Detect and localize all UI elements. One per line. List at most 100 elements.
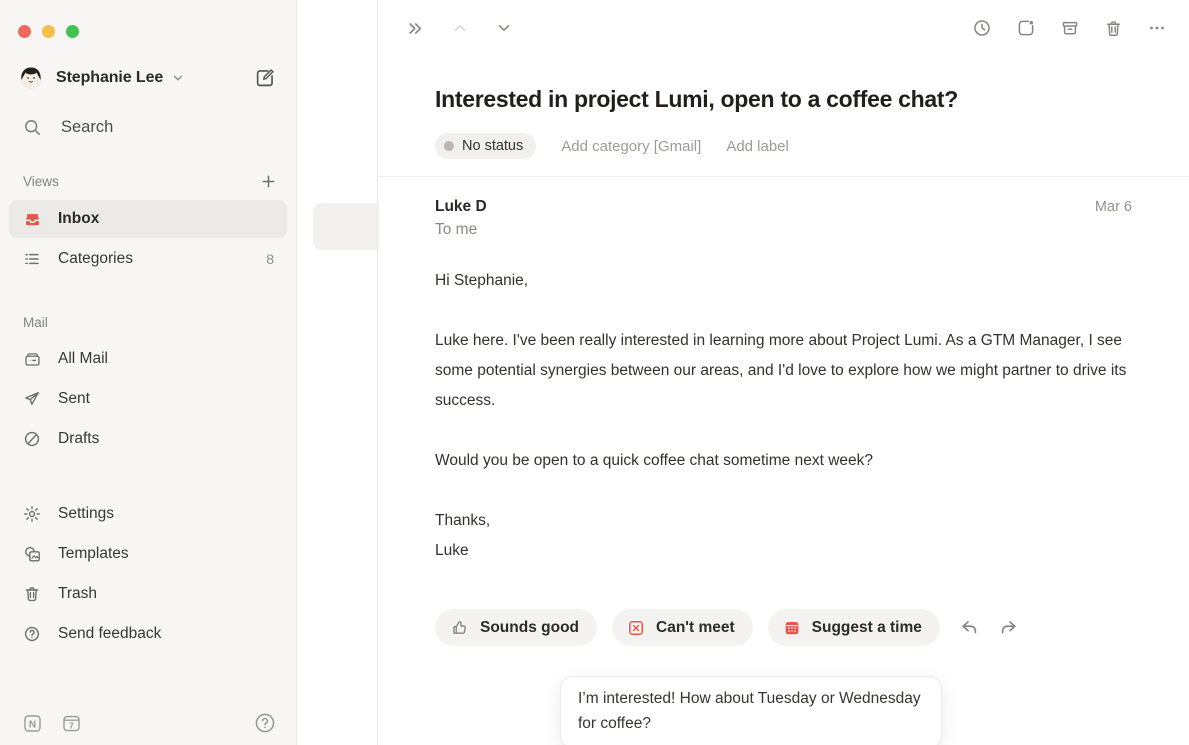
notion-logo-icon: N [22, 713, 43, 734]
archive-icon [1060, 18, 1080, 38]
sidebar-item-trash[interactable]: Trash [9, 574, 287, 614]
previous-email-button[interactable] [449, 17, 471, 39]
sidebar-item-settings[interactable]: Settings [9, 494, 287, 534]
help-icon [22, 625, 42, 643]
email-reading-pane: Interested in project Lumi, open to a co… [378, 0, 1189, 745]
sidebar-item-categories[interactable]: Categories 8 [9, 240, 287, 278]
account-switcher[interactable]: Stephanie Lee [18, 65, 276, 91]
quick-reply-suggest-time-button[interactable]: Suggest a time [768, 609, 940, 646]
quick-reply-label: Can't meet [656, 619, 735, 637]
delete-button[interactable] [1102, 17, 1125, 40]
search-input[interactable]: Search [23, 118, 278, 137]
recipient-line[interactable]: To me [435, 221, 1132, 239]
more-options-button[interactable] [1145, 16, 1169, 40]
calendar-app-button[interactable]: 7 [61, 713, 82, 734]
sidebar-item-label: Settings [58, 505, 114, 523]
minimize-window-button[interactable] [42, 25, 55, 38]
mail-section-label: Mail [23, 315, 48, 330]
suggested-reply-tooltip[interactable]: I’m interested! How about Tuesday or Wed… [560, 676, 942, 745]
sidebar-item-label: Trash [58, 585, 97, 603]
archive-button[interactable] [1058, 16, 1082, 40]
templates-icon [22, 545, 42, 564]
mark-unread-button[interactable] [1014, 16, 1038, 40]
chevron-up-icon [451, 19, 469, 37]
add-category-chip[interactable]: Add category [Gmail] [561, 138, 701, 155]
sidebar-item-label: Send feedback [58, 625, 161, 643]
mail-section-header: Mail [23, 315, 276, 330]
sidebar-item-sent[interactable]: Sent [9, 379, 287, 419]
mail-app-window: Stephanie Lee Search Views [0, 0, 1189, 745]
trash-icon [1104, 19, 1123, 38]
message-list-collapsed [297, 0, 378, 745]
sidebar-item-label: Drafts [58, 430, 99, 448]
sidebar-item-label: Inbox [58, 210, 99, 228]
snooze-button[interactable] [970, 16, 994, 40]
thumbs-up-icon [450, 618, 469, 637]
reply-icon [959, 617, 980, 638]
reply-button[interactable] [957, 615, 982, 640]
search-placeholder: Search [61, 118, 113, 137]
clock-icon [972, 18, 992, 38]
email-body: Hi Stephanie, Luke here. I've been reall… [435, 266, 1132, 566]
sidebar-item-drafts[interactable]: Drafts [9, 419, 287, 459]
message-list-item-peek[interactable] [313, 203, 379, 250]
account-name: Stephanie Lee [56, 69, 163, 87]
list-icon [22, 250, 42, 268]
views-section-header: Views [23, 174, 276, 189]
sidebar-item-label: Templates [58, 545, 129, 563]
body-paragraph: Luke [435, 536, 1132, 566]
sidebar-item-templates[interactable]: Templates [9, 534, 287, 574]
all-mail-icon [22, 350, 42, 369]
ellipsis-icon [1147, 18, 1167, 38]
zoom-window-button[interactable] [66, 25, 79, 38]
svg-text:7: 7 [69, 720, 74, 730]
quick-reply-actions: Sounds good Can't meet [435, 609, 1132, 646]
compose-icon [254, 67, 276, 89]
quick-reply-sounds-good-button[interactable]: Sounds good [435, 609, 597, 646]
draft-icon [22, 430, 42, 448]
gear-icon [22, 505, 42, 523]
sidebar-item-label: Categories [58, 250, 133, 268]
status-chip-label: No status [462, 138, 523, 154]
sidebar: Stephanie Lee Search Views [0, 0, 297, 745]
add-label-chip[interactable]: Add label [726, 138, 789, 155]
email-toolbar [378, 0, 1189, 56]
sidebar-item-inbox[interactable]: Inbox [9, 200, 287, 238]
chevron-down-icon [172, 72, 184, 84]
body-paragraph: Thanks, [435, 506, 1132, 536]
inbox-icon [22, 210, 42, 229]
search-icon [23, 118, 42, 137]
status-chip[interactable]: No status [435, 133, 536, 159]
trash-icon [22, 585, 42, 603]
add-view-button[interactable] [261, 174, 276, 189]
next-email-button[interactable] [493, 17, 515, 39]
status-dot-icon [444, 141, 454, 151]
sidebar-item-all-mail[interactable]: All Mail [9, 339, 287, 379]
email-date: Mar 6 [1095, 199, 1132, 215]
notion-app-button[interactable]: N [22, 713, 43, 734]
help-icon [254, 712, 276, 734]
body-paragraph: Would you be open to a quick coffee chat… [435, 446, 1132, 476]
send-icon [22, 390, 42, 408]
forward-icon [998, 617, 1019, 638]
unread-square-dot-icon [1016, 18, 1036, 38]
categories-count-badge: 8 [266, 251, 274, 267]
sidebar-item-send-feedback[interactable]: Send feedback [9, 614, 287, 654]
compose-button[interactable] [254, 67, 276, 89]
quick-reply-cant-meet-button[interactable]: Can't meet [612, 609, 753, 646]
views-section-label: Views [23, 174, 59, 189]
help-menu-button[interactable] [254, 712, 276, 734]
close-window-button[interactable] [18, 25, 31, 38]
quick-reply-label: Sounds good [480, 619, 579, 637]
sidebar-footer: N 7 [22, 712, 276, 734]
forward-button[interactable] [996, 615, 1021, 640]
sender-name: Luke D [435, 198, 487, 216]
email-message: Luke D Mar 6 To me Hi Stephanie, Luke he… [378, 177, 1189, 745]
calendar-7-icon: 7 [61, 713, 82, 734]
window-controls [0, 0, 296, 38]
sidebar-item-label: All Mail [58, 350, 108, 368]
x-square-icon [627, 619, 645, 637]
plus-icon [261, 174, 276, 189]
expand-panel-button[interactable] [404, 17, 427, 40]
body-paragraph: Luke here. I've been really interested i… [435, 326, 1132, 416]
